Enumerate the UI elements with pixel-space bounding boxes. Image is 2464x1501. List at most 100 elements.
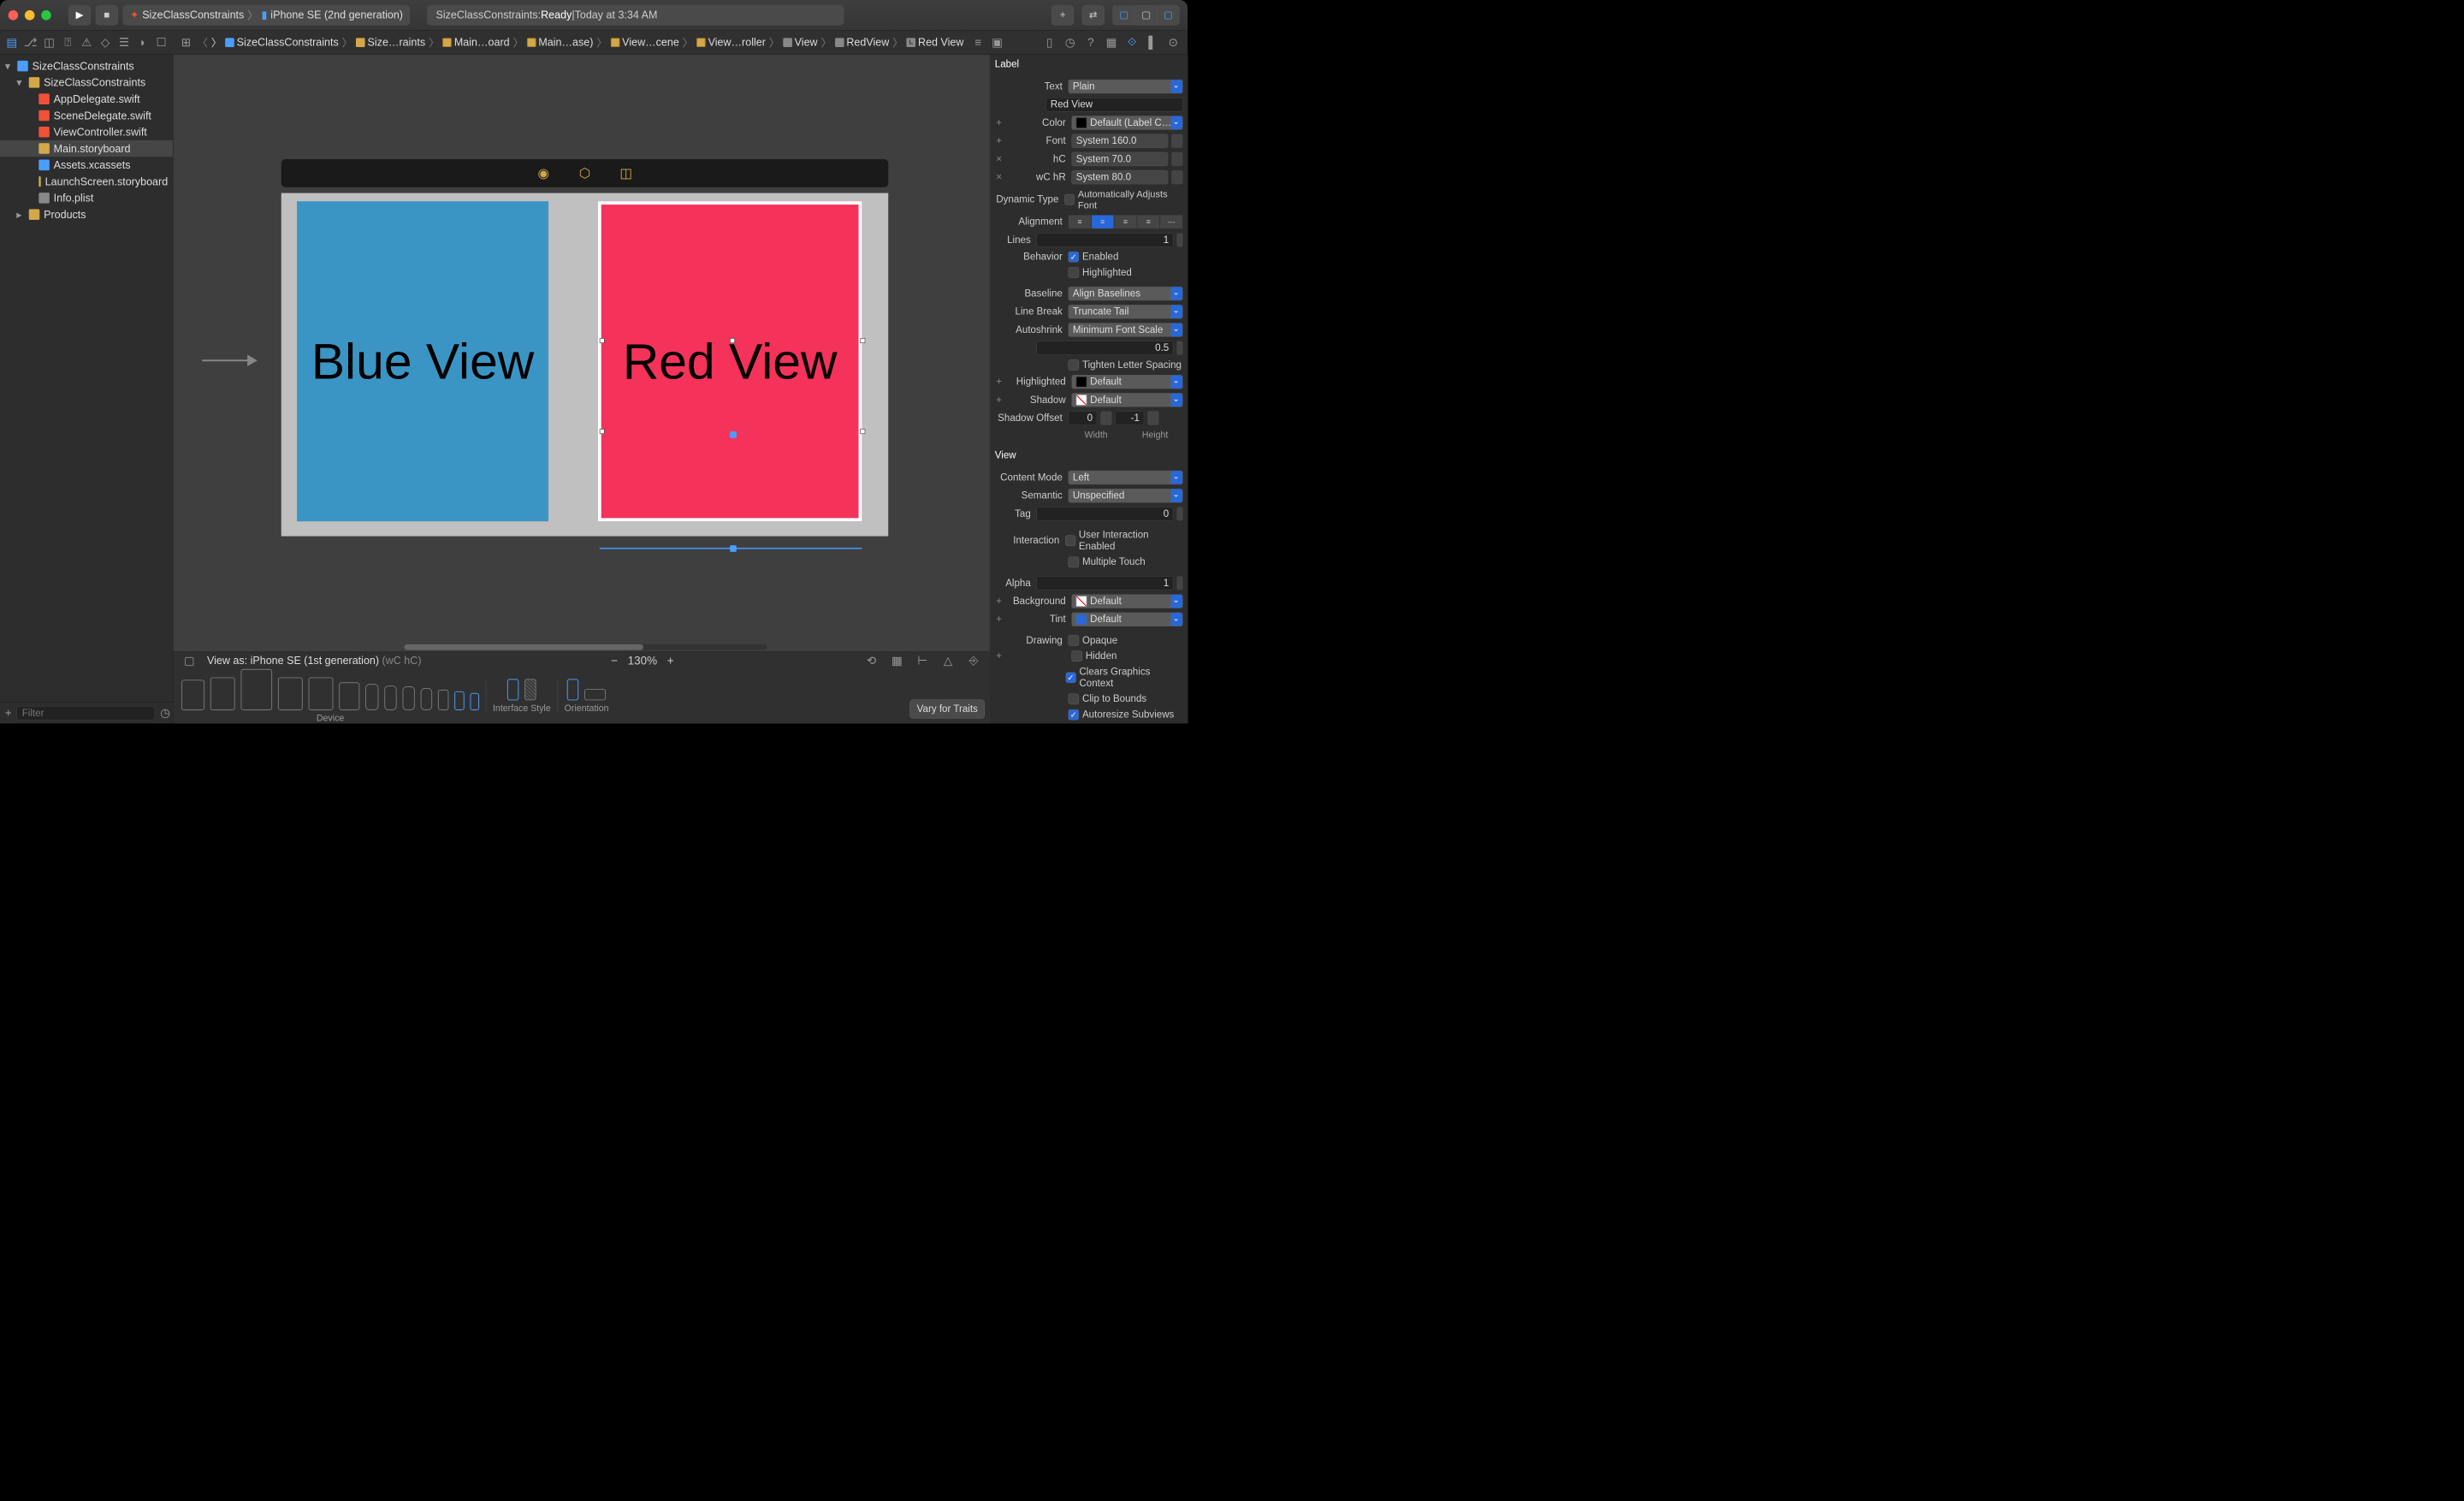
toggle-debug[interactable]: ▢: [1134, 5, 1157, 25]
group-folder[interactable]: ▾SizeClassConstraints: [0, 74, 173, 91]
hc-font-field[interactable]: System 70.0: [1071, 152, 1168, 166]
code-review-button[interactable]: ⇄: [1082, 5, 1105, 25]
semantic-dropdown[interactable]: Unspecified: [1068, 489, 1182, 502]
report-navigator-icon[interactable]: ☐: [154, 34, 169, 50]
vc-icon[interactable]: ◉: [536, 165, 552, 181]
help-inspector-icon[interactable]: ?: [1083, 34, 1099, 50]
grid-icon[interactable]: ⊞: [178, 34, 193, 50]
clip-checkbox[interactable]: [1068, 694, 1079, 705]
debug-navigator-icon[interactable]: ☰: [116, 34, 132, 50]
blue-view[interactable]: Blue View: [297, 201, 548, 521]
lines-input[interactable]: [1036, 233, 1173, 246]
connections-inspector-icon[interactable]: ⊙: [1165, 34, 1181, 50]
adjust-icon[interactable]: ≡: [970, 34, 986, 50]
pin-icon[interactable]: ⊢: [915, 653, 930, 668]
canvas[interactable]: ◉ ⬡ ◫ Blue View Red View: [173, 55, 989, 652]
device-selector[interactable]: [181, 669, 479, 710]
file-item[interactable]: LaunchScreen.storyboard: [0, 173, 173, 189]
autoresize-checkbox[interactable]: [1068, 709, 1079, 721]
enabled-checkbox[interactable]: [1068, 252, 1079, 263]
uie-checkbox[interactable]: [1065, 536, 1075, 547]
minimize-window[interactable]: [25, 10, 35, 21]
red-view-selected[interactable]: Red View: [598, 201, 862, 521]
orientation-selector[interactable]: [567, 679, 606, 700]
autoshrink-dropdown[interactable]: Minimum Font Scale: [1068, 323, 1182, 336]
library-button[interactable]: +: [1051, 5, 1074, 25]
handle[interactable]: [600, 429, 605, 434]
filter-input[interactable]: [16, 706, 155, 720]
vary-for-traits-button[interactable]: Vary for Traits: [909, 699, 985, 718]
highlighted-color-dropdown[interactable]: Default: [1071, 375, 1182, 389]
dynamic-type-checkbox[interactable]: [1064, 194, 1075, 205]
find-navigator-icon[interactable]: ⍰: [60, 34, 75, 50]
color-dropdown[interactable]: Default (Label C…: [1071, 116, 1182, 129]
linebreak-dropdown[interactable]: Truncate Tail: [1068, 305, 1182, 318]
align-icon[interactable]: ▦: [889, 653, 904, 668]
handle[interactable]: [730, 338, 735, 343]
project-root[interactable]: ▾SizeClassConstraints: [0, 57, 173, 74]
zoom-in-button[interactable]: +: [667, 654, 674, 667]
issue-navigator-icon[interactable]: ⚠: [79, 34, 94, 50]
interface-style-selector[interactable]: [507, 679, 536, 700]
handle-center[interactable]: [730, 431, 737, 438]
tag-input[interactable]: [1036, 507, 1173, 520]
products-folder[interactable]: ▸Products: [0, 206, 173, 222]
outline-toggle-icon[interactable]: ▢: [181, 653, 197, 668]
alignment-segmented[interactable]: ≡≡≡≡---: [1068, 215, 1182, 228]
test-navigator-icon[interactable]: ◇: [98, 34, 113, 50]
handle[interactable]: [860, 338, 865, 343]
tint-dropdown[interactable]: Default: [1071, 613, 1182, 626]
history-inspector-icon[interactable]: ◷: [1063, 34, 1078, 50]
clock-icon[interactable]: ◷: [160, 705, 170, 721]
toggle-inspector[interactable]: ▢: [1157, 5, 1179, 25]
text-type-dropdown[interactable]: Plain: [1068, 80, 1182, 93]
assistant-icon[interactable]: ▣: [989, 34, 1004, 50]
multitouch-checkbox[interactable]: [1068, 557, 1079, 568]
close-window[interactable]: [9, 10, 19, 21]
file-item[interactable]: ViewController.swift: [0, 124, 173, 140]
embed-in-icon[interactable]: ⎆: [966, 653, 981, 668]
run-button[interactable]: ▶: [68, 5, 91, 25]
font-stepper[interactable]: [1171, 134, 1182, 148]
project-navigator-icon[interactable]: ▤: [4, 34, 20, 50]
stop-button[interactable]: ■: [96, 5, 118, 25]
baseline-dropdown[interactable]: Align Baselines: [1068, 287, 1182, 300]
zoom-out-button[interactable]: −: [611, 654, 618, 667]
file-item[interactable]: SceneDelegate.swift: [0, 107, 173, 123]
toggle-navigator[interactable]: ▢: [1112, 5, 1134, 25]
file-item[interactable]: Assets.xcassets: [0, 157, 173, 173]
autoshrink-value-input[interactable]: [1036, 341, 1173, 355]
cgc-checkbox[interactable]: [1065, 673, 1075, 684]
scene-dock[interactable]: ◉ ⬡ ◫: [281, 159, 889, 187]
hidden-checkbox[interactable]: [1071, 651, 1082, 662]
view-as-label[interactable]: View as: iPhone SE (1st generation) (wC …: [207, 654, 422, 667]
bg-dropdown[interactable]: Default: [1071, 595, 1182, 608]
file-item[interactable]: AppDelegate.swift: [0, 91, 173, 107]
symbol-navigator-icon[interactable]: ◫: [42, 34, 57, 50]
add-icon[interactable]: +: [5, 705, 12, 721]
file-inspector-icon[interactable]: ▯: [1042, 34, 1057, 50]
resolve-icon[interactable]: △: [940, 653, 956, 668]
content-mode-dropdown[interactable]: Left: [1068, 471, 1182, 484]
wchr-font-field[interactable]: System 80.0: [1071, 170, 1168, 184]
shadow-color-dropdown[interactable]: Default: [1071, 393, 1182, 406]
scrollbar[interactable]: [404, 644, 767, 650]
embed-icon[interactable]: ⟲: [863, 653, 879, 668]
first-responder-icon[interactable]: ⬡: [577, 165, 593, 181]
opaque-checkbox[interactable]: [1068, 635, 1079, 646]
attributes-inspector-icon[interactable]: ⟐: [1124, 34, 1140, 50]
scheme-selector[interactable]: ✦ SizeClassConstraints 〉 ▮ iPhone SE (2n…: [123, 5, 411, 25]
handle[interactable]: [860, 429, 865, 434]
highlighted-checkbox[interactable]: [1068, 267, 1079, 278]
text-content-input[interactable]: [1045, 98, 1182, 111]
breakpoint-navigator-icon[interactable]: ◗: [135, 34, 151, 50]
handle[interactable]: [600, 338, 605, 343]
jump-bar[interactable]: ⊞ 〈〉 SizeClassConstraints〉 Size…raints〉 …: [173, 31, 1010, 54]
file-item[interactable]: Info.plist: [0, 190, 173, 206]
font-field[interactable]: System 160.0: [1071, 134, 1168, 148]
alpha-input[interactable]: [1036, 576, 1173, 590]
tighten-checkbox[interactable]: [1068, 359, 1079, 371]
file-item-selected[interactable]: Main.storyboard: [0, 140, 173, 157]
handle-constraint[interactable]: [730, 545, 737, 552]
source-control-icon[interactable]: ⎇: [23, 34, 38, 50]
